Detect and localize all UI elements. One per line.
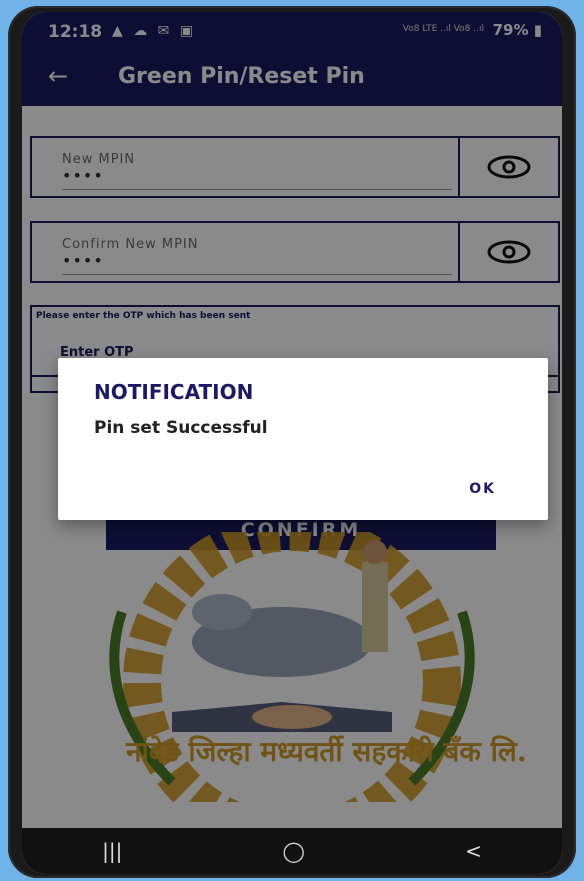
system-nav-bar: ||| ◯ < — [22, 828, 562, 874]
home-icon[interactable]: ◯ — [283, 839, 305, 863]
recent-apps-icon[interactable]: ||| — [102, 839, 122, 863]
screen: 12:18 ▲ ☁ ✉ ▣ Vo8 LTE ..ıl Vo8 ..ıl 79% … — [22, 12, 562, 874]
ok-button[interactable]: OK — [463, 480, 502, 498]
dialog-message: Pin set Successful — [94, 418, 268, 438]
phone-frame: 12:18 ▲ ☁ ✉ ▣ Vo8 LTE ..ıl Vo8 ..ıl 79% … — [8, 6, 576, 878]
back-icon[interactable]: < — [465, 839, 482, 863]
notification-dialog: NOTIFICATION Pin set Successful OK — [58, 358, 548, 520]
dialog-title: NOTIFICATION — [94, 380, 254, 404]
